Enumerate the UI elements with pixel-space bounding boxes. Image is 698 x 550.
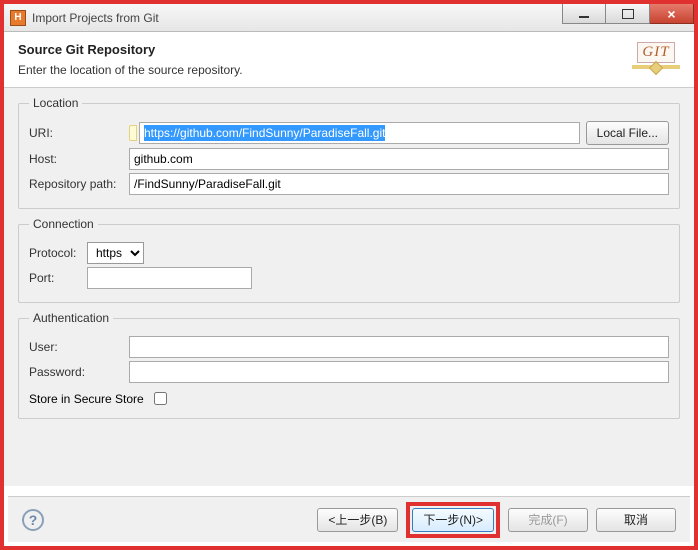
protocol-select[interactable]: https bbox=[87, 242, 144, 264]
password-input[interactable] bbox=[129, 361, 669, 383]
store-secure-checkbox[interactable] bbox=[154, 392, 167, 405]
titlebar[interactable]: H Import Projects from Git × bbox=[4, 4, 694, 32]
host-input[interactable] bbox=[129, 148, 669, 170]
cancel-button[interactable]: 取消 bbox=[596, 508, 676, 532]
back-button[interactable]: <上一步(B) bbox=[317, 508, 398, 532]
local-file-button[interactable]: Local File... bbox=[586, 121, 669, 145]
connection-legend: Connection bbox=[29, 217, 98, 231]
app-icon: H bbox=[10, 10, 26, 26]
location-group: Location URI: https://github.com/FindSun… bbox=[18, 96, 680, 209]
repo-path-label: Repository path: bbox=[29, 177, 129, 191]
wizard-header: Source Git Repository Enter the location… bbox=[4, 32, 694, 88]
window-title: Import Projects from Git bbox=[32, 11, 159, 25]
window-controls: × bbox=[562, 4, 694, 24]
page-subtitle: Enter the location of the source reposit… bbox=[18, 63, 632, 77]
next-button-highlight: 下一步(N)> bbox=[406, 502, 500, 538]
port-label: Port: bbox=[29, 271, 87, 285]
protocol-label: Protocol: bbox=[29, 246, 87, 260]
authentication-group: Authentication User: Password: Store in … bbox=[18, 311, 680, 419]
repo-path-input[interactable] bbox=[129, 173, 669, 195]
user-label: User: bbox=[29, 340, 129, 354]
help-icon[interactable]: ? bbox=[22, 509, 44, 531]
store-secure-label: Store in Secure Store bbox=[29, 392, 144, 406]
uri-label: URI: bbox=[29, 126, 129, 140]
close-button[interactable]: × bbox=[650, 4, 694, 24]
finish-button: 完成(F) bbox=[508, 508, 588, 532]
next-button[interactable]: 下一步(N)> bbox=[412, 508, 494, 532]
authentication-legend: Authentication bbox=[29, 311, 113, 325]
wizard-footer: ? <上一步(B) 下一步(N)> 完成(F) 取消 bbox=[8, 496, 690, 542]
minimize-button[interactable] bbox=[562, 4, 606, 24]
password-label: Password: bbox=[29, 365, 129, 379]
maximize-button[interactable] bbox=[606, 4, 650, 24]
port-input[interactable] bbox=[87, 267, 252, 289]
page-title: Source Git Repository bbox=[18, 42, 632, 57]
user-input[interactable] bbox=[129, 336, 669, 358]
connection-group: Connection Protocol: https Port: bbox=[18, 217, 680, 303]
uri-input[interactable] bbox=[139, 122, 580, 144]
location-legend: Location bbox=[29, 96, 82, 110]
host-label: Host: bbox=[29, 152, 129, 166]
git-icon: GIT bbox=[632, 42, 680, 69]
content-assist-icon bbox=[129, 125, 137, 141]
